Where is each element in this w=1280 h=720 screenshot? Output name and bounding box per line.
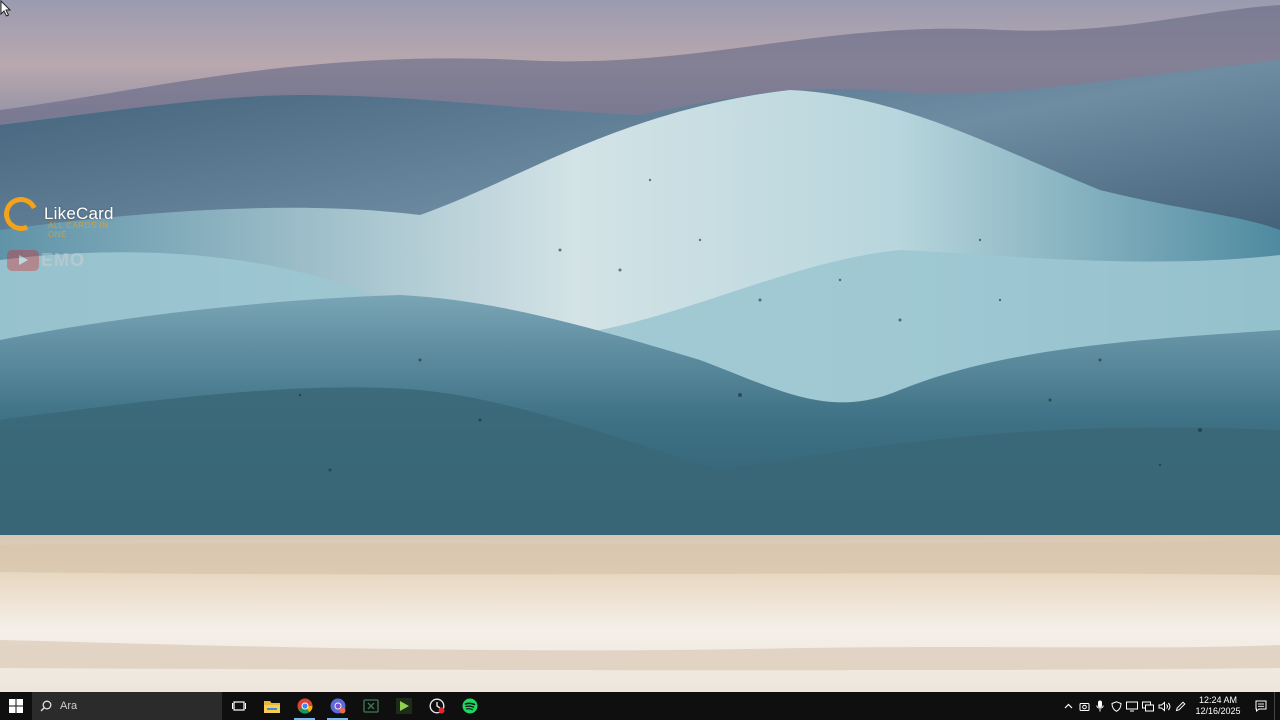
record-app-icon bbox=[428, 698, 445, 714]
excel-button[interactable] bbox=[354, 692, 387, 720]
taskbar-search[interactable] bbox=[32, 692, 222, 720]
wallpaper-landscape bbox=[0, 0, 1280, 692]
likecard-logo-icon bbox=[0, 192, 43, 236]
spreadsheet-icon bbox=[362, 699, 379, 713]
task-view-button[interactable] bbox=[222, 692, 255, 720]
clock-time: 12:24 AM bbox=[1198, 695, 1238, 705]
monitor-icon bbox=[1126, 701, 1138, 711]
speaker-icon bbox=[1158, 700, 1170, 712]
search-input[interactable] bbox=[60, 700, 200, 712]
clock-date: 12/16/2025 bbox=[1195, 706, 1241, 716]
chrome-profile-button[interactable] bbox=[321, 692, 354, 720]
chrome-icon bbox=[297, 698, 312, 714]
android-studio-button[interactable] bbox=[387, 692, 420, 720]
tray-network-button[interactable] bbox=[1140, 692, 1156, 720]
tray-pen-button[interactable] bbox=[1172, 692, 1188, 720]
search-icon bbox=[40, 700, 52, 712]
file-explorer-button[interactable] bbox=[255, 692, 288, 720]
tray-security-button[interactable] bbox=[1108, 692, 1124, 720]
watermark-tagline: ALL CARDS IN ONE bbox=[48, 221, 109, 239]
likecard-watermark: LikeCard ALL CARDS IN ONE bbox=[0, 192, 114, 239]
system-tray: 12:24 AM 12/16/2025 bbox=[1060, 692, 1280, 720]
obs-button[interactable] bbox=[420, 692, 453, 720]
pen-icon bbox=[1175, 700, 1186, 711]
tray-camera-button[interactable] bbox=[1076, 692, 1092, 720]
taskbar: 12:24 AM 12/16/2025 bbox=[0, 692, 1280, 720]
shield-icon bbox=[1110, 700, 1122, 712]
chevron-up-icon bbox=[1064, 703, 1072, 709]
spotify-button[interactable] bbox=[453, 692, 486, 720]
youtube-icon bbox=[7, 250, 39, 271]
task-view-icon bbox=[231, 701, 246, 711]
mouse-cursor-icon bbox=[0, 0, 12, 17]
folder-icon bbox=[263, 700, 280, 713]
play-app-icon bbox=[395, 698, 412, 714]
start-button[interactable] bbox=[0, 692, 32, 720]
camera-icon bbox=[1079, 702, 1089, 711]
chrome-button[interactable] bbox=[288, 692, 321, 720]
action-center-button[interactable] bbox=[1248, 692, 1274, 720]
microphone-icon bbox=[1096, 700, 1104, 712]
desktop-wallpaper[interactable]: LikeCard ALL CARDS IN ONE EMO bbox=[0, 0, 1280, 692]
channel-name: EMO bbox=[41, 250, 86, 270]
tray-microphone-button[interactable] bbox=[1092, 692, 1108, 720]
channel-watermark: EMO bbox=[7, 250, 85, 271]
tray-display-button[interactable] bbox=[1124, 692, 1140, 720]
notification-icon bbox=[1255, 700, 1267, 712]
show-hidden-icons-button[interactable] bbox=[1060, 692, 1076, 720]
spotify-icon bbox=[462, 698, 477, 714]
tray-volume-button[interactable] bbox=[1156, 692, 1172, 720]
show-desktop-button[interactable] bbox=[1274, 692, 1280, 720]
chrome-profile-icon bbox=[330, 698, 345, 714]
network-icon bbox=[1142, 701, 1154, 711]
taskbar-clock[interactable]: 12:24 AM 12/16/2025 bbox=[1192, 695, 1244, 717]
windows-logo-icon bbox=[9, 699, 23, 713]
